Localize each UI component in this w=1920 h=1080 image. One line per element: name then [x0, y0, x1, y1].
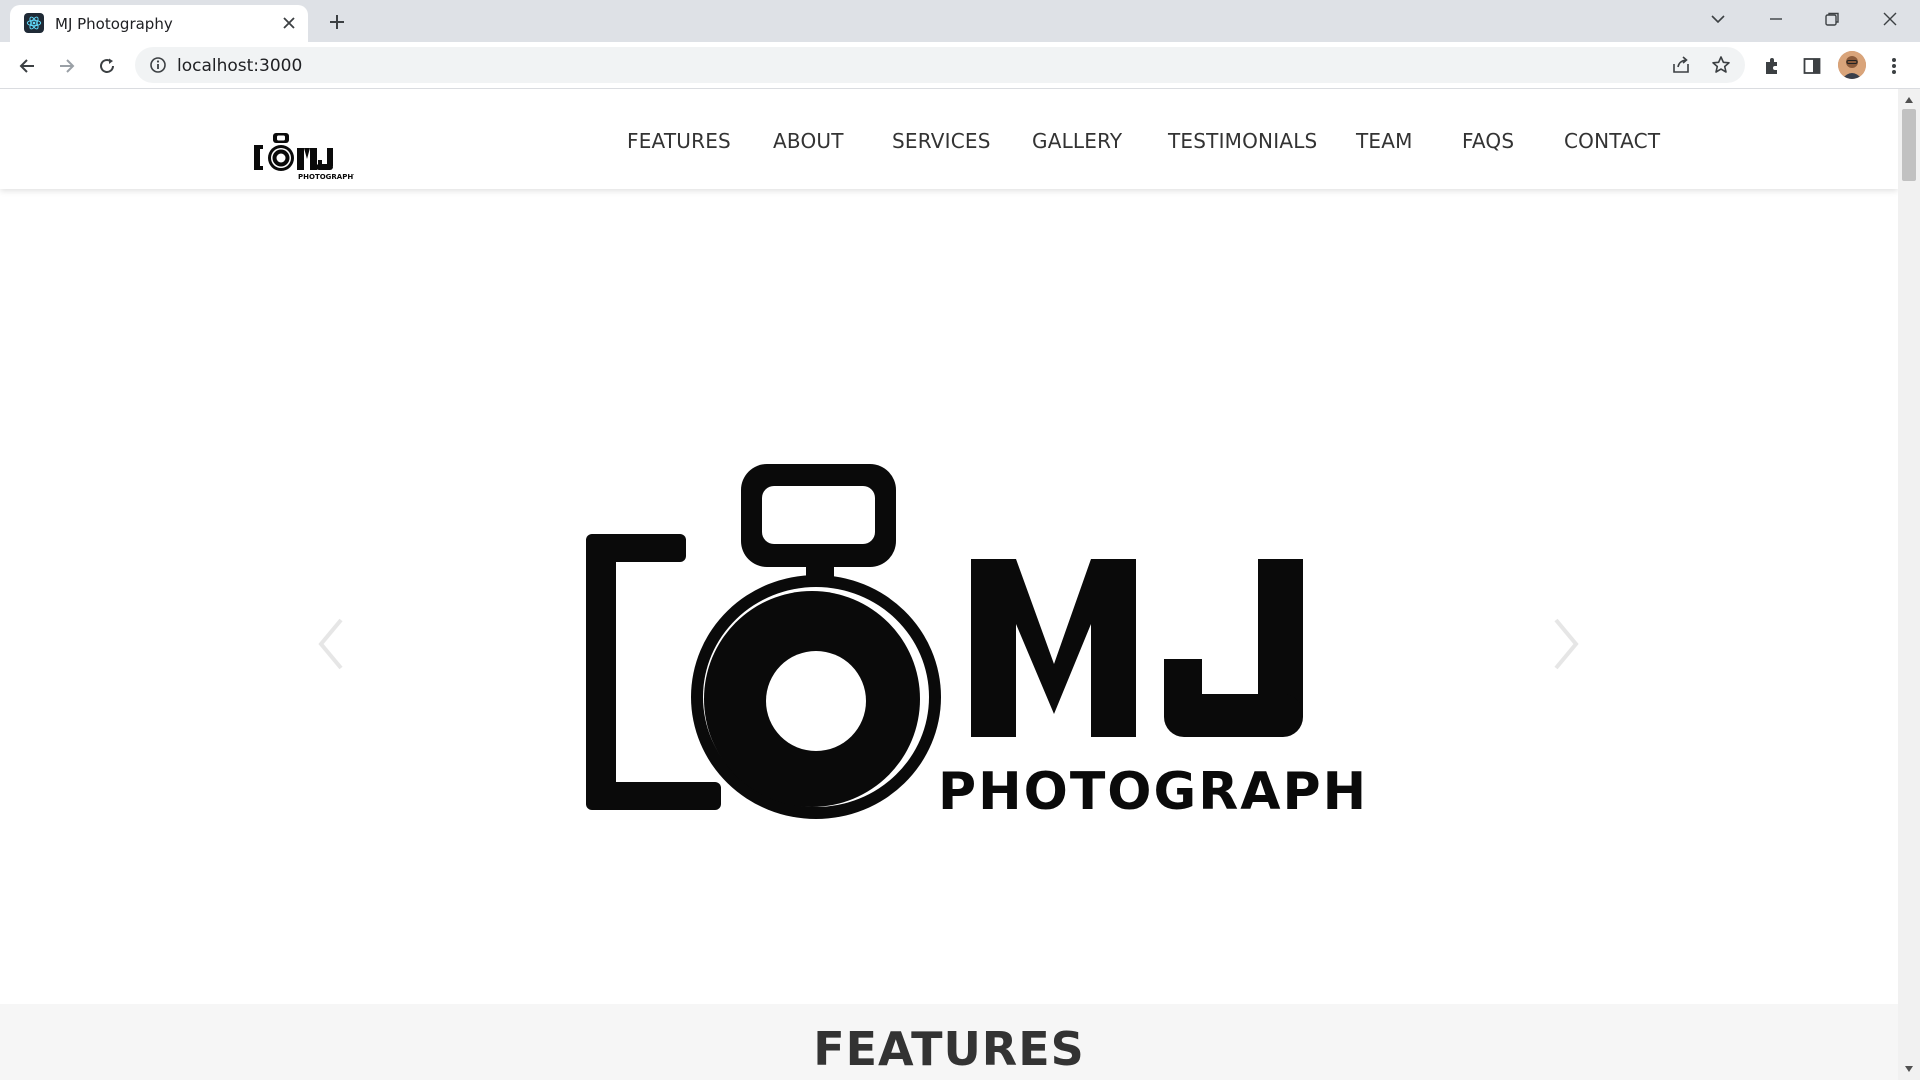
page-scrollbar[interactable]: [1898, 89, 1920, 1080]
scroll-up-icon[interactable]: [1904, 95, 1914, 105]
share-icon[interactable]: [1665, 49, 1697, 81]
browser-tab[interactable]: MJ Photography: [10, 5, 308, 42]
reload-icon[interactable]: [91, 50, 123, 82]
side-panel-icon[interactable]: [1796, 50, 1828, 82]
nav-link-features[interactable]: FEATURES: [627, 129, 731, 153]
avatar[interactable]: [1838, 51, 1866, 79]
nav-link-faqs[interactable]: FAQS: [1462, 129, 1514, 153]
features-heading: FEATURES: [813, 1022, 1085, 1076]
close-icon[interactable]: [278, 12, 300, 34]
minimize-icon[interactable]: [1748, 0, 1804, 38]
site-header: PHOTOGRAPHY FEATURES ABOUT SERVICES GALL…: [0, 89, 1898, 189]
tab-title: MJ Photography: [55, 15, 173, 33]
window-close-icon[interactable]: [1862, 0, 1918, 38]
features-section: FEATURES: [0, 1004, 1898, 1080]
nav-link-services[interactable]: SERVICES: [892, 129, 991, 153]
url-text: localhost:3000: [177, 56, 303, 76]
info-icon[interactable]: [149, 56, 167, 74]
address-bar[interactable]: localhost:3000: [135, 47, 1745, 83]
nav-link-testimonials[interactable]: TESTIMONIALS: [1168, 129, 1317, 153]
arrow-right-icon[interactable]: [51, 50, 83, 82]
restore-icon[interactable]: [1804, 0, 1860, 38]
chevron-right-icon: [1554, 618, 1579, 670]
arrow-left-icon[interactable]: [11, 50, 43, 82]
plus-icon[interactable]: [323, 9, 351, 35]
hero-carousel: PHOTOGRAPHY: [0, 189, 1898, 1080]
chevron-left-icon: [318, 618, 343, 670]
nav-link-team[interactable]: TEAM: [1356, 129, 1413, 153]
site-logo-subtext: PHOTOGRAPHY: [298, 173, 354, 181]
nav-link-about[interactable]: ABOUT: [773, 129, 844, 153]
page-viewport: PHOTOGRAPHY FEATURES ABOUT SERVICES GALL…: [0, 89, 1898, 1080]
chevron-down-icon[interactable]: [1690, 0, 1746, 38]
react-icon: [24, 13, 44, 33]
hero-logo-subtext: PHOTOGRAPHY: [938, 762, 1366, 822]
nav-link-contact[interactable]: CONTACT: [1564, 129, 1660, 153]
browser-tabstrip: MJ Photography: [0, 0, 1920, 42]
carousel-prev-button[interactable]: [310, 614, 350, 674]
extensions-icon[interactable]: [1756, 50, 1788, 82]
star-icon[interactable]: [1705, 49, 1737, 81]
site-logo[interactable]: PHOTOGRAPHY: [250, 133, 354, 181]
hero-logo-image: PHOTOGRAPHY: [586, 464, 1366, 822]
carousel-next-button[interactable]: [1547, 614, 1587, 674]
kebab-menu-icon[interactable]: [1878, 50, 1910, 82]
browser-toolbar: localhost:3000: [0, 42, 1920, 89]
scrollbar-thumb[interactable]: [1902, 109, 1916, 181]
scroll-down-icon[interactable]: [1904, 1064, 1914, 1074]
nav-link-gallery[interactable]: GALLERY: [1032, 129, 1122, 153]
